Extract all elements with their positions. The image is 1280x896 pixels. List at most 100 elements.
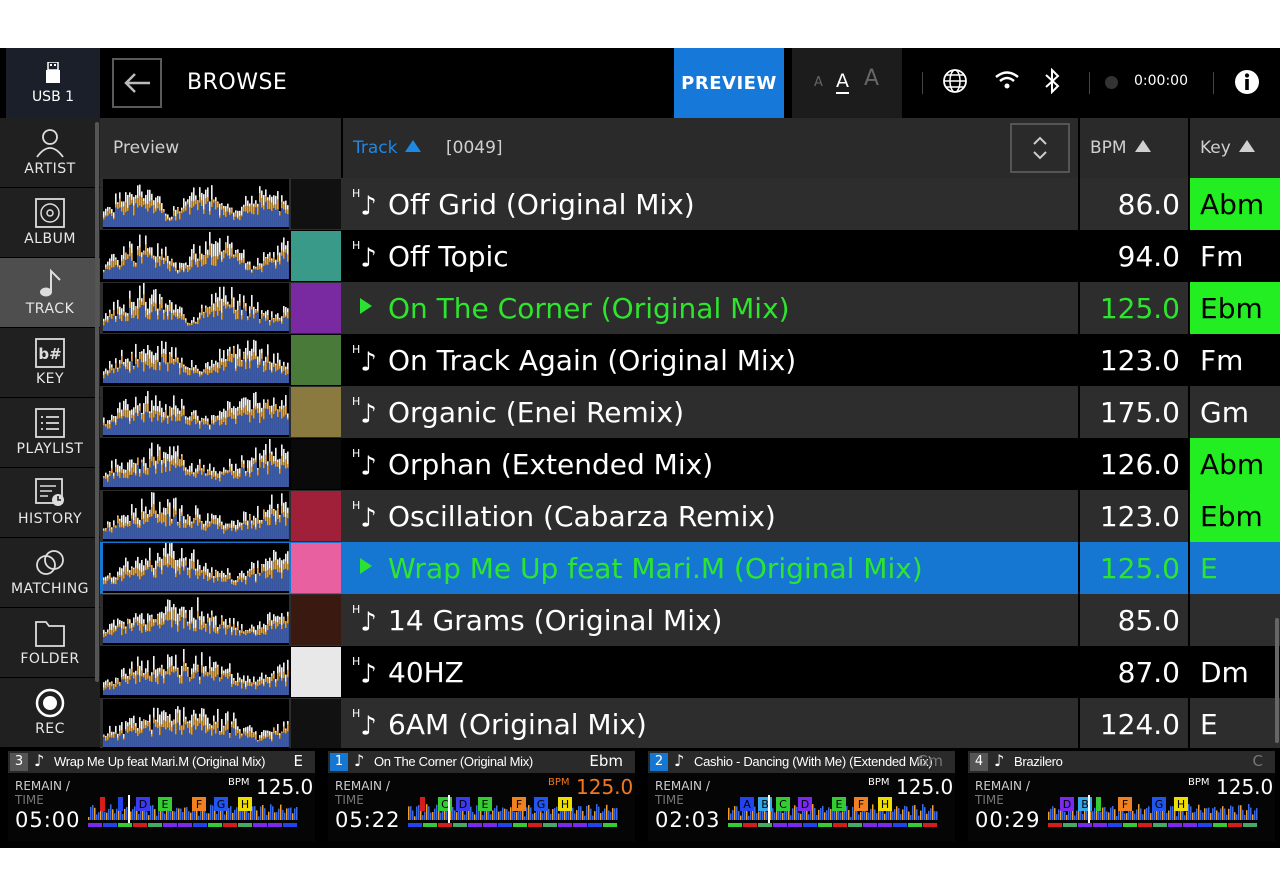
hot-cue-f: F: [512, 797, 526, 811]
font-size-small[interactable]: A: [814, 75, 823, 90]
svg-text:F: F: [196, 798, 202, 811]
sidebar-item-folder[interactable]: FOLDER: [0, 608, 100, 678]
sidebar-item-track[interactable]: TRACK: [0, 258, 100, 328]
sidebar-item-label: FOLDER: [20, 651, 80, 667]
waveform-preview[interactable]: [103, 543, 289, 593]
track-row[interactable]: H♪ Organic (Enei Remix) 175.0 Gm: [100, 386, 1280, 438]
sidebar-item-rec[interactable]: REC: [0, 678, 100, 748]
waveform-preview[interactable]: [103, 595, 289, 645]
track-row[interactable]: H♪ Oscillation (Cabarza Remix) 123.0 Ebm: [100, 490, 1280, 542]
globe-icon[interactable]: [942, 68, 968, 94]
waveform-preview[interactable]: [103, 179, 289, 229]
track-row[interactable]: H♪ Off Grid (Original Mix) 86.0 Abm: [100, 178, 1280, 230]
time-label: TIME: [15, 793, 44, 807]
hot-cue-g: G: [214, 797, 228, 811]
deck-overview-waveform[interactable]: CD E F G H: [408, 795, 618, 827]
usb-icon: [46, 61, 60, 83]
svg-text:G: G: [1155, 798, 1164, 811]
column-track[interactable]: Track: [353, 138, 422, 158]
deck-key: Ebm: [589, 752, 623, 770]
wifi-icon[interactable]: [994, 68, 1020, 94]
column-preview: Preview: [113, 138, 180, 158]
svg-text:b#: b#: [38, 345, 61, 363]
key-icon: b#: [35, 338, 65, 368]
track-row[interactable]: H♪ On Track Again (Original Mix) 123.0 Fm: [100, 334, 1280, 386]
info-icon[interactable]: [1234, 69, 1260, 95]
waveform-preview[interactable]: [103, 699, 289, 749]
hot-cue-e: E: [832, 797, 846, 811]
deck-overview-waveform[interactable]: ABC D E F H: [728, 795, 938, 827]
track-bpm: 125.0: [1099, 552, 1180, 585]
track-bpm: 125.0: [1099, 292, 1180, 325]
column-bpm[interactable]: BPM: [1090, 138, 1151, 158]
track-row[interactable]: Wrap Me Up feat Mari.M (Original Mix) 125…: [100, 542, 1280, 594]
sort-toggle-button[interactable]: [1010, 123, 1070, 173]
hot-cue-c: C: [776, 797, 790, 811]
deck-overview-waveform[interactable]: DB F GH: [1048, 795, 1258, 827]
track-row[interactable]: H♪ 6AM (Original Mix) 124.0 E: [100, 698, 1280, 750]
hot-cue-d: D: [456, 797, 470, 811]
font-size-selector: A A A: [792, 48, 902, 118]
sidebar-item-label: TRACK: [25, 301, 75, 317]
back-button[interactable]: [112, 58, 162, 108]
album-art: [291, 283, 341, 333]
sidebar-item-matching[interactable]: MATCHING: [0, 538, 100, 608]
deck-3[interactable]: 3 ♪ Wrap Me Up feat Mari.M (Original Mix) E…: [8, 751, 315, 841]
hot-cue-d: D: [798, 797, 812, 811]
sidebar-item-key[interactable]: b# KEY: [0, 328, 100, 398]
track-note-icon: H♪: [352, 187, 377, 222]
track-row[interactable]: H♪ Off Topic 94.0 Fm: [100, 230, 1280, 282]
column-track-label: Track: [353, 138, 398, 158]
track-note-icon: H♪: [352, 603, 377, 638]
sidebar-item-history[interactable]: HISTORY: [0, 468, 100, 538]
sidebar-item-label: ARTIST: [24, 161, 76, 177]
hot-cue-h: H: [558, 797, 572, 811]
deck-track-title: Cashio - Dancing (With Me) (Extended Mix…: [694, 754, 933, 769]
waveform-preview[interactable]: [103, 231, 289, 281]
track-note-icon: H♪: [352, 239, 377, 274]
track-title: On The Corner (Original Mix): [388, 292, 790, 325]
track-row[interactable]: H♪ 14 Grams (Original Mix) 85.0: [100, 594, 1280, 646]
deck-number: 2: [650, 753, 668, 771]
usb-source-button[interactable]: USB 1: [6, 48, 100, 118]
svg-text:F: F: [516, 798, 522, 811]
sidebar-item-label: PLAYLIST: [16, 441, 84, 457]
chevron-up-down-icon: [1033, 136, 1047, 160]
font-size-medium[interactable]: A: [836, 70, 849, 94]
hot-cue-f: F: [854, 797, 868, 811]
album-art: [291, 231, 341, 281]
track-title: 40HZ: [388, 656, 464, 689]
hot-cue-g: G: [1152, 797, 1166, 811]
track-row[interactable]: H♪ Orphan (Extended Mix) 126.0 Abm: [100, 438, 1280, 490]
column-header: Preview Track [0049] BPM Key: [100, 118, 1280, 178]
deck-overview-waveform[interactable]: D E F G H: [88, 795, 298, 827]
list-scrollbar[interactable]: [1275, 618, 1279, 743]
waveform-preview[interactable]: [103, 283, 289, 333]
font-size-large[interactable]: A: [864, 66, 879, 91]
deck-1[interactable]: 1 ♪ On The Corner (Original Mix) Ebm REMAIN …: [328, 751, 635, 841]
waveform-preview[interactable]: [103, 335, 289, 385]
track-note-icon: H♪: [352, 447, 377, 482]
sidebar-item-artist[interactable]: ARTIST: [0, 118, 100, 188]
album-art: [291, 543, 341, 593]
waveform-preview[interactable]: [103, 491, 289, 541]
column-key[interactable]: Key: [1200, 138, 1255, 158]
waveform-preview[interactable]: [103, 647, 289, 697]
remain-label: REMAIN /: [975, 779, 1030, 793]
deck-2[interactable]: 2 ♪ Cashio - Dancing (With Me) (Extended M…: [648, 751, 955, 841]
deck-4[interactable]: 4 ♪ Brazilero C REMAIN / TIME 00:29 BPM 125.0 D B F…: [968, 751, 1275, 841]
preview-button[interactable]: PREVIEW: [674, 48, 784, 118]
track-bpm: 124.0: [1099, 708, 1180, 741]
bluetooth-icon[interactable]: [1043, 68, 1063, 94]
waveform-preview[interactable]: [103, 387, 289, 437]
sidebar-item-playlist[interactable]: PLAYLIST: [0, 398, 100, 468]
playlist-icon: [35, 408, 65, 438]
track-row[interactable]: On The Corner (Original Mix) 125.0 Ebm: [100, 282, 1280, 334]
sidebar-item-album[interactable]: ALBUM: [0, 188, 100, 258]
track-row[interactable]: H♪ 40HZ 87.0 Dm: [100, 646, 1280, 698]
svg-text:H: H: [881, 798, 889, 811]
sidebar-item-label: ALBUM: [24, 231, 76, 247]
sidebar-scrollbar[interactable]: [95, 122, 99, 682]
svg-text:D: D: [139, 798, 147, 811]
waveform-preview[interactable]: [103, 439, 289, 489]
